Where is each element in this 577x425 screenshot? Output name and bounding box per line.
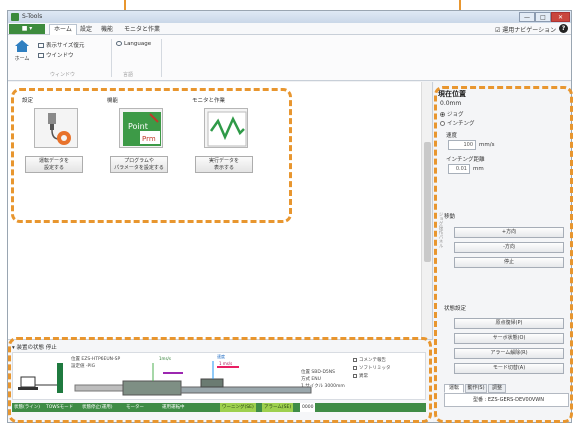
close-button[interactable]: ✕ xyxy=(551,12,570,22)
ribbon-group-window: ウィンドウ xyxy=(50,72,76,78)
task-heading: モニタと作業 xyxy=(192,98,226,104)
home-button[interactable]: ホーム xyxy=(12,40,32,68)
tab-adjust[interactable]: 調整 xyxy=(488,384,506,393)
window-title: S-Tools xyxy=(22,13,43,20)
maximize-button[interactable]: □ xyxy=(535,12,551,22)
warning-indicator: ワーニング(SE) xyxy=(220,403,256,412)
diagram-label: 位置 EZS-HTP6EUN-SP xyxy=(71,357,121,362)
program-parameter-icon[interactable]: Point Prm xyxy=(119,108,163,148)
speed-input[interactable]: 100 xyxy=(448,140,476,150)
speed-unit: mm/s xyxy=(479,142,495,148)
diagram-label: 1ms/s xyxy=(159,356,171,361)
task-function: 機能 Point Prm プログラムや パラメータを設定する xyxy=(107,96,175,186)
position-value: 0.0mm xyxy=(440,100,462,107)
radio-button-icon xyxy=(440,112,445,117)
show-data-button[interactable]: 実行データを 表示する xyxy=(195,156,253,173)
status-number: 0000 xyxy=(300,403,316,412)
actuator-diagram: 位置 EZS-HTP6EUN-SP 設定値 -PIG 1ms/s 速度 1 ms… xyxy=(12,352,426,400)
main-scrollbar[interactable] xyxy=(421,82,432,339)
panel-tabs: 運転 動作(S) 調整 xyxy=(444,384,569,393)
restore-size-button[interactable]: 表示サイズ復元 xyxy=(38,41,84,49)
radio-jog[interactable]: ジョグ xyxy=(440,110,464,118)
device-status-panel: ▾ 装置の状態 停止 位置 EZS-HTP6EUN-SP 設定値 -PIG 1m… xyxy=(8,339,433,422)
operation-navi-toggle[interactable]: ☑ 運用ナビゲーション xyxy=(495,25,556,34)
move-plus-button[interactable]: +方向 xyxy=(454,227,564,238)
alarm-indicator: アラーム(SE) xyxy=(262,403,294,412)
ribbon: ホーム 表示サイズ復元 ウインドウ ウィンドウ Language 言語 xyxy=(8,35,571,81)
speed-label: 速度 xyxy=(446,133,458,139)
tab-settings[interactable]: 設定 xyxy=(80,25,92,34)
ribbon-divider xyxy=(161,39,162,77)
inching-label: インチング距離 xyxy=(446,157,485,163)
status-item: TOWSモード xyxy=(46,405,74,410)
file-menu-tab[interactable]: ■ ▾ xyxy=(9,24,45,34)
panel-side-label: ジョグ操作パネル xyxy=(438,212,443,248)
title-bar: S-Tools — □ ✕ xyxy=(8,11,571,23)
status-bar: 状態(ライン) TOWSモード 状態停止(運用) モーター 運用運転中 ワーニン… xyxy=(12,403,426,412)
ribbon-divider xyxy=(111,39,112,77)
task-heading: 設定 xyxy=(22,98,34,104)
diagram-label: 1 サイクル 3000mm xyxy=(301,384,345,389)
tab-motion[interactable]: 動作(S) xyxy=(465,384,487,393)
task-heading: 機能 xyxy=(107,98,119,104)
homing-button[interactable]: 原点復帰(P) xyxy=(454,318,564,329)
state-setting-label: 状態設定 xyxy=(444,306,467,312)
app-window: S-Tools — □ ✕ ■ ▾ ホーム 設定 機能 モニタと作業 ☑ 運用ナ… xyxy=(7,10,572,423)
settings-gear-icon[interactable] xyxy=(34,108,78,148)
window-restore-icon xyxy=(38,43,44,48)
waveform-icon[interactable] xyxy=(204,108,248,148)
point-icon-text: Point xyxy=(128,122,148,131)
diagram-label: 位置 SBD-D5NS xyxy=(301,370,336,375)
set-data-button[interactable]: 運転データを 設定する xyxy=(25,156,83,173)
scrollbar-thumb[interactable] xyxy=(424,142,431,262)
status-item: モーター xyxy=(126,405,144,410)
mode-switch-button[interactable]: モード切替(A) xyxy=(454,363,564,374)
task-monitor: モニタと作業 実行データを 表示する xyxy=(192,96,260,186)
main-area: 設定 運転データを 設定する 機能 Point Prm プログラムや パラメータ… xyxy=(8,82,433,339)
jog-panel: ジョグ操作パネル 現在位置 0.0mm ジョグ インチング 速度 100 mm/… xyxy=(434,82,571,422)
stop-button[interactable]: 停止 xyxy=(454,257,564,268)
diagram-label: 設定値 -PIG xyxy=(71,364,96,369)
app-icon xyxy=(11,13,19,21)
radio-button-icon xyxy=(440,121,445,126)
servo-button[interactable]: サーボ状態(O) xyxy=(454,333,564,344)
tab-monitor[interactable]: モニタと作業 xyxy=(124,25,160,34)
inching-unit: mm xyxy=(473,166,484,172)
home-button-label: ホーム xyxy=(14,56,30,62)
status-item: 運用運転中 xyxy=(162,405,185,410)
set-program-button[interactable]: プログラムや パラメータを設定する xyxy=(110,156,168,173)
minimize-button[interactable]: — xyxy=(519,12,535,22)
move-minus-button[interactable]: -方向 xyxy=(454,242,564,253)
prm-icon-text: Prm xyxy=(142,135,156,143)
legend-item: ソフトリミッタ xyxy=(353,365,391,371)
legend-item: コメンテ報告 xyxy=(353,357,386,363)
help-icon[interactable]: ? xyxy=(559,24,568,33)
status-item: 状態(ライン) xyxy=(14,405,41,410)
position-title: 現在位置 xyxy=(438,90,466,98)
device-status-header[interactable]: ▾ 装置の状態 停止 xyxy=(12,343,57,351)
alarm-reset-button[interactable]: アラーム解除(R) xyxy=(454,348,564,359)
diagram-label: 1 ms/s xyxy=(219,361,233,366)
menu-bar: ■ ▾ ホーム 設定 機能 モニタと作業 ☑ 運用ナビゲーション ? xyxy=(8,23,571,35)
language-button[interactable]: Language xyxy=(116,41,151,47)
legend-item: 異常 xyxy=(353,373,368,379)
diagram-label: 速度 xyxy=(217,354,225,359)
ribbon-group-language: 言語 xyxy=(123,72,134,78)
globe-icon xyxy=(116,41,122,46)
task-settings: 設定 運転データを 設定する xyxy=(22,96,90,186)
inching-input[interactable]: 0.01 xyxy=(448,164,470,174)
tab-home[interactable]: ホーム xyxy=(49,24,77,35)
tab-operation[interactable]: 運転 xyxy=(444,384,464,393)
diagram-label: 方式 ENU xyxy=(301,377,321,382)
window-icon xyxy=(38,53,44,58)
operation-label: 移動 xyxy=(444,214,456,220)
status-item: 状態停止(運用) xyxy=(82,405,113,410)
tab-function[interactable]: 機能 xyxy=(101,25,113,34)
model-number: 型番 : EZS-GERS-DEV00VWN xyxy=(444,393,569,407)
window-button[interactable]: ウインドウ xyxy=(38,51,74,59)
radio-inching[interactable]: インチング xyxy=(440,119,475,127)
